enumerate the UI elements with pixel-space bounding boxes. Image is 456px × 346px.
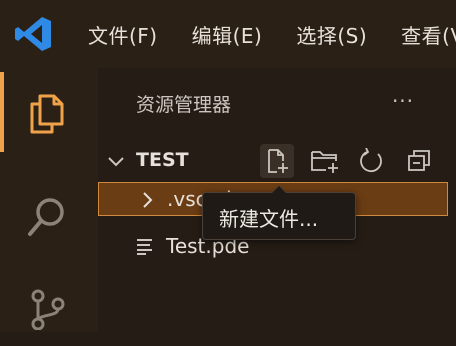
new-file-button[interactable] [260,144,294,178]
menu-edit[interactable]: 编辑(E) [192,20,263,49]
vscode-logo-icon[interactable] [14,14,54,54]
source-control-icon [31,289,65,330]
menu-bar: 文件(F) 编辑(E) 选择(S) 查看(V) [88,0,456,68]
new-folder-button[interactable] [306,144,340,178]
tooltip-text: 新建文件... [219,207,319,231]
new-file-icon [268,149,288,173]
title-bar: 文件(F) 编辑(E) 选择(S) 查看(V) [0,0,456,68]
workspace-name: TEST [136,149,189,171]
new-folder-icon [311,151,338,173]
activity-bar [0,68,98,332]
tooltip-arrow [271,185,287,193]
more-actions-button[interactable]: ··· [386,86,420,118]
menu-view[interactable]: 查看(V) [401,20,456,49]
workspace-section-header[interactable]: TEST [98,144,456,178]
chevron-right-icon [143,192,153,208]
refresh-button[interactable] [354,144,388,178]
search-icon [28,198,64,236]
new-file-tooltip: 新建文件... [202,185,356,240]
activity-explorer-button[interactable] [0,72,98,152]
menu-selection[interactable]: 选择(S) [296,20,367,49]
menu-file[interactable]: 文件(F) [88,20,158,49]
text-file-icon [137,239,152,255]
explorer-icon [30,94,64,134]
activity-search-button[interactable] [0,176,98,256]
collapse-all-button[interactable] [402,144,436,178]
collapse-all-icon [408,150,430,171]
chevron-down-icon [108,157,124,167]
refresh-icon [360,148,382,173]
sidebar-title: 资源管理器 [136,94,232,116]
activity-source-control-button[interactable] [0,266,98,346]
